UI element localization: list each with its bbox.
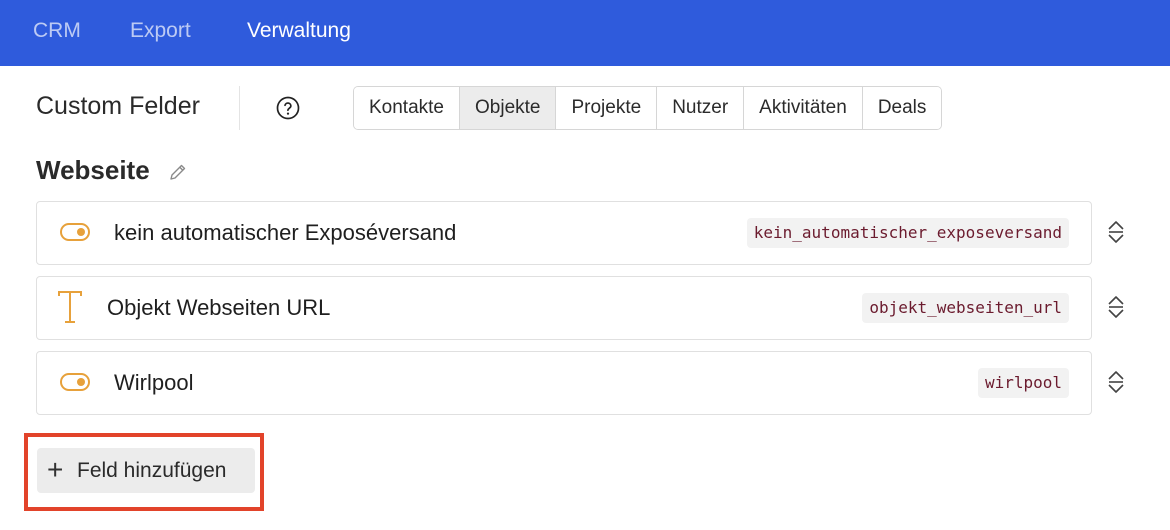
field-key: wirlpool	[977, 368, 1069, 398]
plus-icon: +	[47, 454, 64, 485]
help-circle-icon[interactable]	[276, 96, 300, 120]
section-title: Webseite	[36, 155, 150, 185]
drag-handle-icon[interactable]	[1106, 219, 1126, 245]
toggle-icon	[60, 373, 90, 391]
field-label: Objekt Webseiten URL	[107, 295, 331, 320]
title-divider	[239, 86, 240, 130]
pencil-icon[interactable]	[168, 162, 188, 182]
drag-handle-icon[interactable]	[1106, 294, 1126, 320]
topnav-crm[interactable]: CRM	[33, 0, 81, 66]
field-row[interactable]: Wirlpool wirlpool	[36, 351, 1092, 415]
toggle-icon	[60, 223, 90, 241]
field-key: kein_automatischer_exposeversand	[746, 218, 1069, 248]
field-row[interactable]: Objekt Webseiten URL objekt_webseiten_ur…	[36, 276, 1092, 340]
topnav-verwaltung[interactable]: Verwaltung	[247, 0, 351, 66]
topnav-export[interactable]: Export	[130, 0, 191, 66]
top-navigation-bar: CRM Export Verwaltung	[0, 0, 1170, 66]
tab-nutzer[interactable]: Nutzer	[656, 87, 744, 129]
tab-objekte[interactable]: Objekte	[459, 87, 556, 129]
field-label: kein automatischer Exposéversand	[114, 220, 457, 245]
page-title: Custom Felder	[36, 92, 200, 120]
tab-aktivitaeten[interactable]: Aktivitäten	[743, 87, 862, 129]
tab-kontakte[interactable]: Kontakte	[354, 87, 459, 129]
field-key: objekt_webseiten_url	[862, 293, 1069, 323]
text-type-icon	[58, 291, 82, 323]
add-field-label: Feld hinzufügen	[77, 459, 227, 482]
tab-deals[interactable]: Deals	[861, 87, 942, 129]
field-row[interactable]: kein automatischer Exposéversand kein_au…	[36, 201, 1092, 265]
field-label: Wirlpool	[114, 370, 194, 395]
entity-tabs: Kontakte Objekte Projekte Nutzer Aktivit…	[353, 86, 943, 130]
tab-projekte[interactable]: Projekte	[555, 87, 657, 129]
add-field-button[interactable]: + Feld hinzufügen	[37, 448, 255, 493]
drag-handle-icon[interactable]	[1106, 369, 1126, 395]
